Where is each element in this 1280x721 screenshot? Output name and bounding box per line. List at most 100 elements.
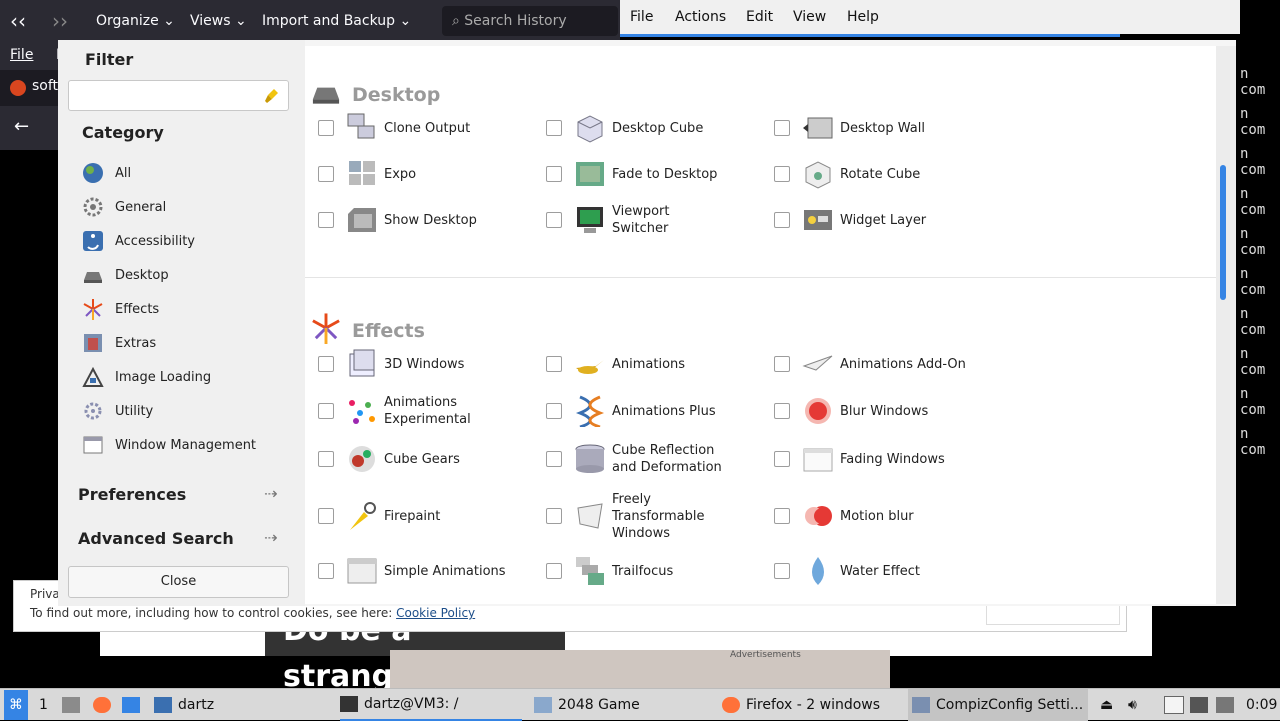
plugin-checkbox[interactable] <box>318 166 334 182</box>
plugin-checkbox[interactable] <box>318 356 334 372</box>
plugin-checkbox[interactable] <box>546 356 562 372</box>
plugin-checkbox[interactable] <box>546 508 562 524</box>
plugin-item[interactable]: Freely Transformable Windows <box>546 492 766 541</box>
files-launcher-icon[interactable] <box>62 689 86 721</box>
plugin-item[interactable]: Cube Gears <box>318 441 538 477</box>
plugin-checkbox[interactable] <box>318 508 334 524</box>
plugin-item[interactable]: Fade to Desktop <box>546 156 766 192</box>
import-backup-menu[interactable]: Import and Backup ⌄ <box>262 0 411 42</box>
advanced-search-arrow-icon[interactable]: ⇢ <box>264 528 277 547</box>
plugin-item[interactable]: Animations Plus <box>546 393 766 429</box>
plugin-item[interactable]: Blur Windows <box>774 393 994 429</box>
views-menu[interactable]: Views ⌄ <box>190 0 247 42</box>
plugin-checkbox[interactable] <box>774 166 790 182</box>
desktop-launcher-icon[interactable] <box>122 689 146 721</box>
plugin-item[interactable]: Cube Reflection and Deformation <box>546 441 766 477</box>
plugin-checkbox[interactable] <box>318 212 334 228</box>
plugin-item[interactable]: Desktop Cube <box>546 110 766 146</box>
terminal-menu-actions[interactable]: Actions <box>675 0 726 34</box>
category-label: Accessibility <box>115 233 195 249</box>
tray-up-icon[interactable]: ⏏ <box>1100 689 1113 721</box>
task-terminal[interactable]: dartz@VM3: / <box>340 689 522 721</box>
plugin-item[interactable]: Expo <box>318 156 538 192</box>
plugin-item[interactable]: Motion blur <box>774 498 994 534</box>
organize-menu[interactable]: Organize ⌄ <box>96 0 175 42</box>
plugin-checkbox[interactable] <box>774 563 790 579</box>
category-item[interactable]: Image Loading <box>82 365 211 389</box>
category-item[interactable]: All <box>82 161 131 185</box>
category-item[interactable]: Accessibility <box>82 229 195 253</box>
back-arrow-icon[interactable]: ‹‹ <box>10 0 26 42</box>
plugin-item[interactable]: Show Desktop <box>318 202 538 238</box>
plugin-checkbox[interactable] <box>774 212 790 228</box>
plugin-checkbox[interactable] <box>546 166 562 182</box>
start-menu-icon[interactable]: ⌘ <box>4 690 28 720</box>
category-label: All <box>115 165 132 181</box>
clock[interactable]: 0:09 <box>1246 689 1277 721</box>
plugin-item[interactable]: Fading Windows <box>774 441 994 477</box>
plugin-item[interactable]: Animations <box>546 346 766 382</box>
plugin-item[interactable]: Widget Layer <box>774 202 994 238</box>
plugin-item[interactable]: Animations Experimental <box>318 393 538 429</box>
category-item[interactable]: Extras <box>82 331 156 355</box>
scrollbar-track[interactable] <box>1216 46 1236 604</box>
filter-input[interactable] <box>68 80 289 111</box>
cookie-policy-link[interactable]: Cookie Policy <box>396 606 475 620</box>
plugin-checkbox[interactable] <box>774 403 790 419</box>
plugin-checkbox[interactable] <box>546 563 562 579</box>
terminal-menu-edit[interactable]: Edit <box>746 0 773 34</box>
category-item[interactable]: Utility <box>82 399 153 423</box>
plugin-item[interactable]: Desktop Wall <box>774 110 994 146</box>
plugin-checkbox[interactable] <box>546 403 562 419</box>
plugin-checkbox[interactable] <box>774 356 790 372</box>
workspace-indicator[interactable]: 1 <box>39 689 48 721</box>
plugin-item[interactable]: Trailfocus <box>546 553 766 589</box>
plugin-checkbox[interactable] <box>546 451 562 467</box>
plugin-item[interactable]: Firepaint <box>318 498 538 534</box>
plugin-checkbox[interactable] <box>774 120 790 136</box>
category-item[interactable]: Window Management <box>82 433 256 457</box>
close-button[interactable]: Close <box>68 566 289 598</box>
terminal-menu-view[interactable]: View <box>793 0 826 34</box>
plugin-checkbox[interactable] <box>546 120 562 136</box>
category-item[interactable]: Desktop <box>82 263 169 287</box>
clipboard-icon[interactable] <box>1164 689 1190 721</box>
firefox-file-menu[interactable]: File <box>10 47 33 63</box>
plugin-item[interactable]: Viewport Switcher <box>546 202 766 238</box>
plugin-checkbox[interactable] <box>546 212 562 228</box>
plugin-checkbox[interactable] <box>318 563 334 579</box>
category-item[interactable]: General <box>82 195 166 219</box>
plugin-item[interactable]: 3D Windows <box>318 346 538 382</box>
terminal-menu-file[interactable]: File <box>630 0 653 34</box>
plugin-checkbox[interactable] <box>318 451 334 467</box>
scrollbar-thumb[interactable] <box>1220 165 1226 300</box>
firefox-launcher-icon[interactable] <box>93 689 117 721</box>
category-item[interactable]: Effects <box>82 297 159 321</box>
plugin-item[interactable]: Rotate Cube <box>774 156 994 192</box>
cookie-accept-button[interactable] <box>986 603 1120 625</box>
plugin-item[interactable]: Water Effect <box>774 553 994 589</box>
plugin-item[interactable]: Animations Add-On <box>774 346 994 382</box>
plugin-checkbox[interactable] <box>318 120 334 136</box>
task-compiz[interactable]: CompizConfig Setti... <box>908 689 1088 721</box>
network-icon[interactable] <box>1190 689 1214 721</box>
volume-icon[interactable]: 🔊︎ <box>1128 689 1137 721</box>
clear-filter-icon[interactable] <box>264 88 280 104</box>
advanced-search-heading[interactable]: Advanced Search <box>78 529 234 548</box>
power-icon[interactable] <box>1216 689 1240 721</box>
task-firefox[interactable]: Firefox - 2 windows <box>722 689 880 721</box>
plugin-checkbox[interactable] <box>774 508 790 524</box>
terminal-menu-help[interactable]: Help <box>847 0 879 34</box>
plugin-item[interactable]: Clone Output <box>318 110 538 146</box>
forward-arrow-icon[interactable]: ›› <box>52 0 68 42</box>
plugin-item[interactable]: Simple Animations <box>318 553 538 589</box>
folder-launcher[interactable]: dartz <box>154 689 214 721</box>
trailfocus-icon <box>576 557 604 585</box>
plugin-checkbox[interactable] <box>318 403 334 419</box>
task-2048-game[interactable]: 2048 Game <box>534 689 640 721</box>
plugin-checkbox[interactable] <box>774 451 790 467</box>
search-history-field[interactable]: ⌕ Search History <box>442 6 618 36</box>
back-icon[interactable]: ← <box>14 116 29 137</box>
preferences-heading[interactable]: Preferences <box>78 485 186 504</box>
preferences-arrow-icon[interactable]: ⇢ <box>264 484 277 503</box>
